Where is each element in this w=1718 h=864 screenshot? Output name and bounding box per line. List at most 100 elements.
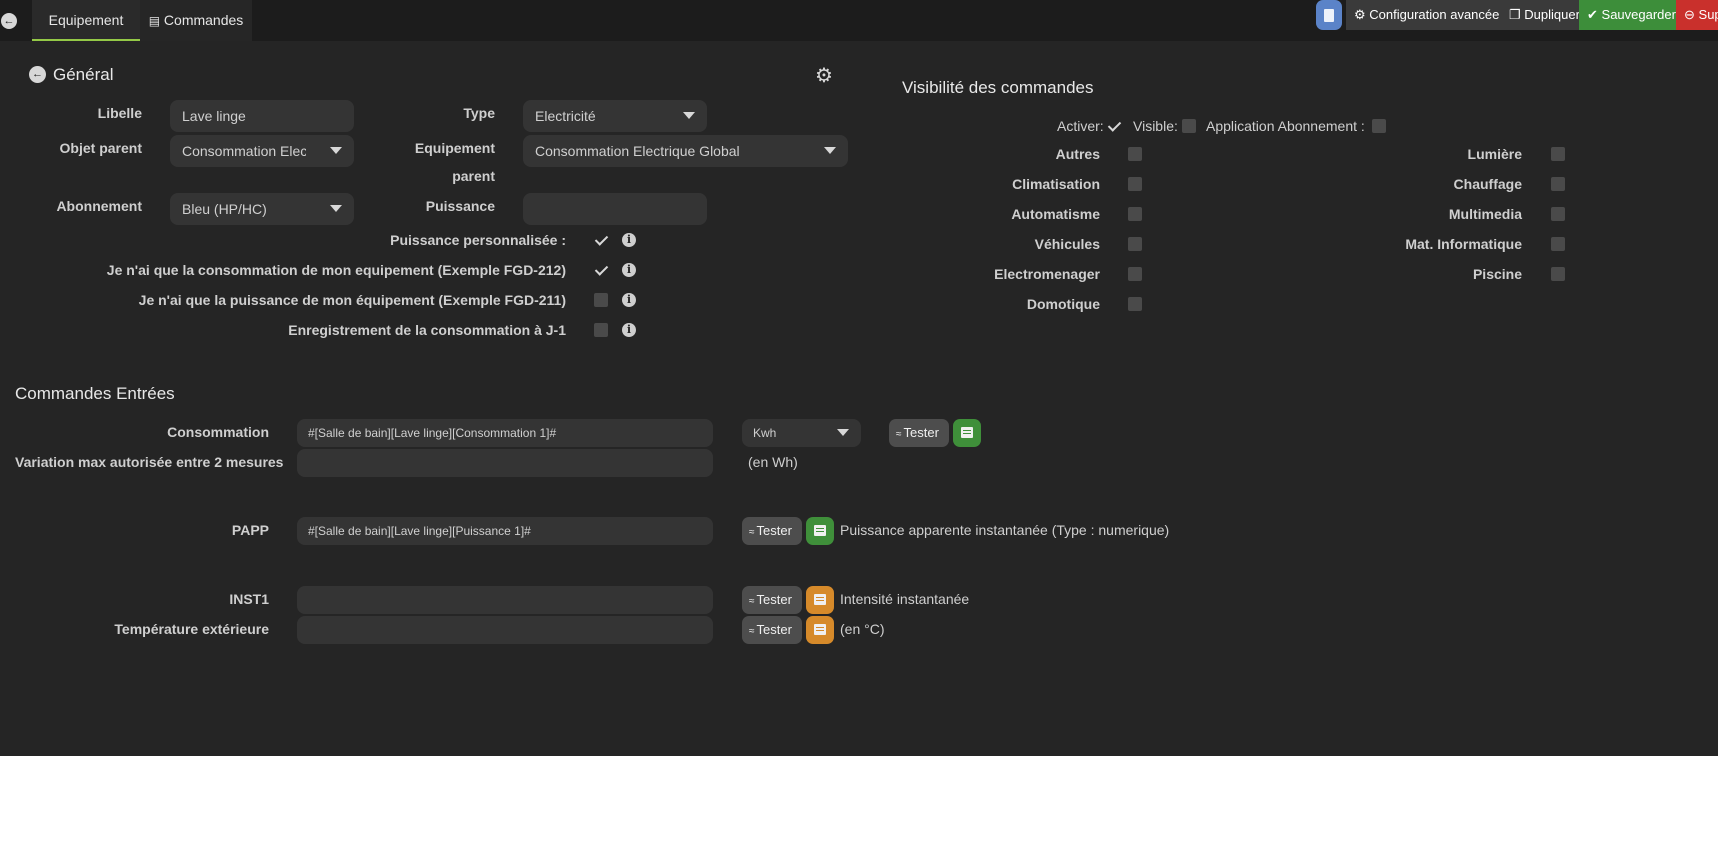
vis-mat-informatique-label: Mat. Informatique [1405, 236, 1522, 252]
dupliquer-label: Dupliquer [1524, 7, 1579, 22]
inst1-label: INST1 [229, 591, 269, 607]
caret-down-icon [824, 147, 836, 154]
commandes-entrees-title: Commandes Entrées [15, 384, 175, 403]
option-conso-equipement-checkbox[interactable] [594, 263, 608, 277]
inst1-input[interactable] [297, 586, 713, 614]
vis-domotique-checkbox[interactable] [1128, 297, 1142, 311]
list-alt-icon [814, 624, 826, 635]
puissance-input[interactable] [523, 193, 707, 225]
back-arrow-icon[interactable]: ← [1, 13, 17, 29]
tester-label: Tester [756, 523, 792, 538]
tester-button[interactable]: ≈ Tester [742, 586, 802, 614]
list-button[interactable] [806, 586, 834, 614]
abonnement-select[interactable]: Bleu (HP/HC) [170, 193, 354, 225]
vis-climatisation-checkbox[interactable] [1128, 177, 1142, 191]
temperature-input[interactable] [297, 616, 713, 644]
list-alt-icon [814, 525, 826, 536]
tester-button[interactable]: ≈ Tester [742, 616, 802, 644]
info-icon[interactable]: i [622, 323, 636, 337]
rss-icon: ≈ [749, 626, 755, 637]
vis-climatisation-label: Climatisation [1012, 176, 1100, 192]
config-avancee-button[interactable]: ⚙ Configuration avancée [1346, 0, 1501, 30]
unit-select-value: Kwh [753, 426, 777, 440]
visible-label: Visible: [1133, 118, 1178, 134]
objet-parent-select[interactable]: Consommation Electrique Global [170, 135, 354, 167]
config-avancee-label: Configuration avancée [1369, 7, 1500, 22]
general-title: Général [53, 65, 114, 84]
caret-down-icon [330, 147, 342, 154]
unit-select[interactable]: Kwh [742, 419, 861, 447]
supprimer-button[interactable]: ⊖ Supprimer [1676, 0, 1718, 30]
vis-piscine-checkbox[interactable] [1551, 267, 1565, 281]
caret-down-icon [837, 429, 849, 436]
rss-icon: ≈ [749, 596, 755, 607]
vis-lumiere-checkbox[interactable] [1551, 147, 1565, 161]
vis-automatisme-checkbox[interactable] [1128, 207, 1142, 221]
abonnement-value: Bleu (HP/HC) [182, 201, 267, 217]
list-button[interactable] [806, 517, 834, 545]
vis-automatisme-label: Automatisme [1011, 206, 1100, 222]
back-circle-icon[interactable]: ← [29, 66, 46, 83]
info-icon[interactable]: i [622, 233, 636, 247]
caret-down-icon [330, 205, 342, 212]
vis-multimedia-checkbox[interactable] [1551, 207, 1565, 221]
temperature-note: (en °C) [840, 621, 885, 637]
variation-label: Variation max autorisée entre 2 mesures [15, 454, 284, 470]
list-alt-icon [961, 427, 973, 438]
libelle-input[interactable]: Lave linge [170, 100, 354, 132]
activer-checkbox[interactable] [1107, 119, 1121, 133]
visible-checkbox[interactable] [1182, 119, 1196, 133]
vis-mat-informatique-checkbox[interactable] [1551, 237, 1565, 251]
equipement-parent-select[interactable]: Consommation Electrique Global [523, 135, 848, 167]
tab-equipement[interactable]: Equipement [32, 0, 140, 41]
activer-label: Activer: [1057, 118, 1104, 134]
app-abonnement-label: Application Abonnement : [1206, 118, 1365, 134]
sauvegarder-label: Sauvegarder [1601, 7, 1676, 22]
supprimer-label: Supprimer [1698, 7, 1718, 22]
dupliquer-button[interactable]: ❐ Dupliquer [1501, 0, 1579, 30]
variation-input[interactable] [297, 449, 713, 477]
doc-button[interactable] [1316, 0, 1342, 30]
equipement-parent-value: Consommation Electrique Global [535, 143, 740, 159]
type-select[interactable]: Electricité [523, 100, 707, 132]
sauvegarder-button[interactable]: ✔ Sauvegarder [1579, 0, 1676, 30]
tab-equipement-label: Equipement [48, 12, 124, 28]
app-content: ← Equipement ▤ Commandes ⚙ Configuration… [0, 0, 1718, 756]
vis-electromenager-label: Electromenager [994, 266, 1100, 282]
list-alt-icon [814, 594, 826, 605]
check-circle-icon: ✔ [1587, 7, 1598, 22]
list-button[interactable] [806, 616, 834, 644]
vis-electromenager-checkbox[interactable] [1128, 267, 1142, 281]
papp-input[interactable]: #[Salle de bain][Lave linge][Puissance 1… [297, 517, 713, 545]
tab-commandes-label: Commandes [163, 12, 244, 28]
abonnement-label: Abonnement [56, 198, 142, 214]
equipement-parent-label-2: parent [452, 168, 495, 184]
app-abonnement-checkbox[interactable] [1372, 119, 1386, 133]
type-select-value: Electricité [535, 108, 596, 124]
vis-chauffage-checkbox[interactable] [1551, 177, 1565, 191]
vis-vehicules-checkbox[interactable] [1128, 237, 1142, 251]
option-puissance-equipement-label: Je n'ai que la puissance de mon équipeme… [138, 292, 566, 308]
gears-icon[interactable]: ⚙ [815, 63, 833, 88]
option-enregistrement-checkbox[interactable] [594, 323, 608, 337]
copy-icon: ❐ [1509, 7, 1521, 22]
info-icon[interactable]: i [622, 263, 636, 277]
info-icon[interactable]: i [622, 293, 636, 307]
top-bar: ← Equipement ▤ Commandes ⚙ Configuration… [0, 0, 1718, 41]
papp-label: PAPP [231, 522, 269, 538]
tester-button[interactable]: ≈ Tester [889, 419, 949, 447]
option-puissance-perso-checkbox[interactable] [594, 233, 608, 247]
list-button[interactable] [953, 419, 981, 447]
vis-chauffage-label: Chauffage [1453, 176, 1522, 192]
consommation-input[interactable]: #[Salle de bain][Lave linge][Consommatio… [297, 419, 713, 447]
list-icon: ▤ [148, 14, 161, 28]
option-puissance-equipement-checkbox[interactable] [594, 293, 608, 307]
tab-commandes[interactable]: ▤ Commandes [140, 0, 252, 41]
vis-autres-checkbox[interactable] [1128, 147, 1142, 161]
tester-button[interactable]: ≈ Tester [742, 517, 802, 545]
rss-icon: ≈ [749, 527, 755, 538]
type-label: Type [463, 105, 495, 121]
option-puissance-perso-label: Puissance personnalisée : [390, 232, 566, 248]
equipement-parent-label-1: Equipement [414, 140, 495, 156]
temperature-label: Température extérieure [114, 621, 269, 637]
